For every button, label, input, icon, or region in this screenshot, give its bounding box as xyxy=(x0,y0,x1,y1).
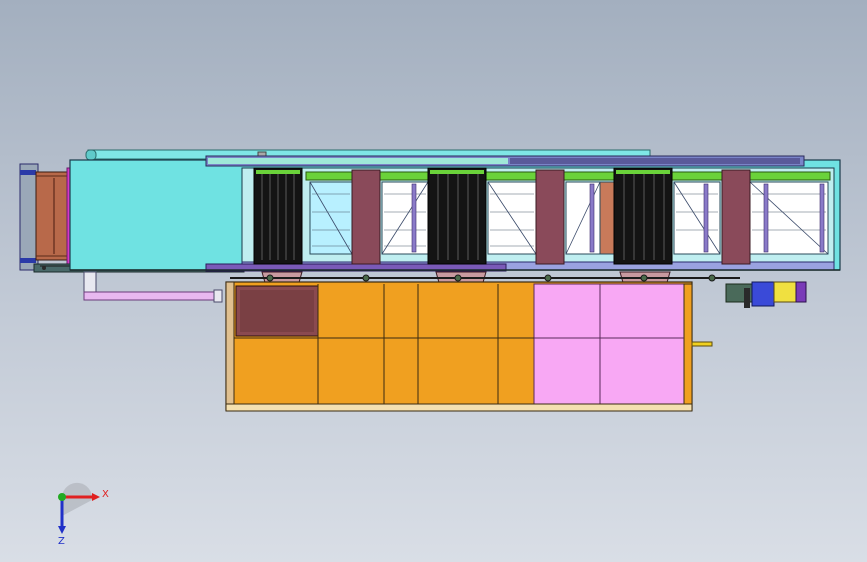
machine-drawing: X Z xyxy=(19,149,841,547)
y-axis-dot xyxy=(58,493,66,501)
z-axis-label: Z xyxy=(58,536,65,547)
water-tank xyxy=(225,281,713,412)
x-axis-label: X xyxy=(102,489,109,500)
axis-triad: X Z xyxy=(58,482,109,547)
cad-viewport[interactable]: X Z xyxy=(0,0,867,562)
side-pipe xyxy=(83,271,223,303)
main-drive-motor xyxy=(725,281,807,308)
